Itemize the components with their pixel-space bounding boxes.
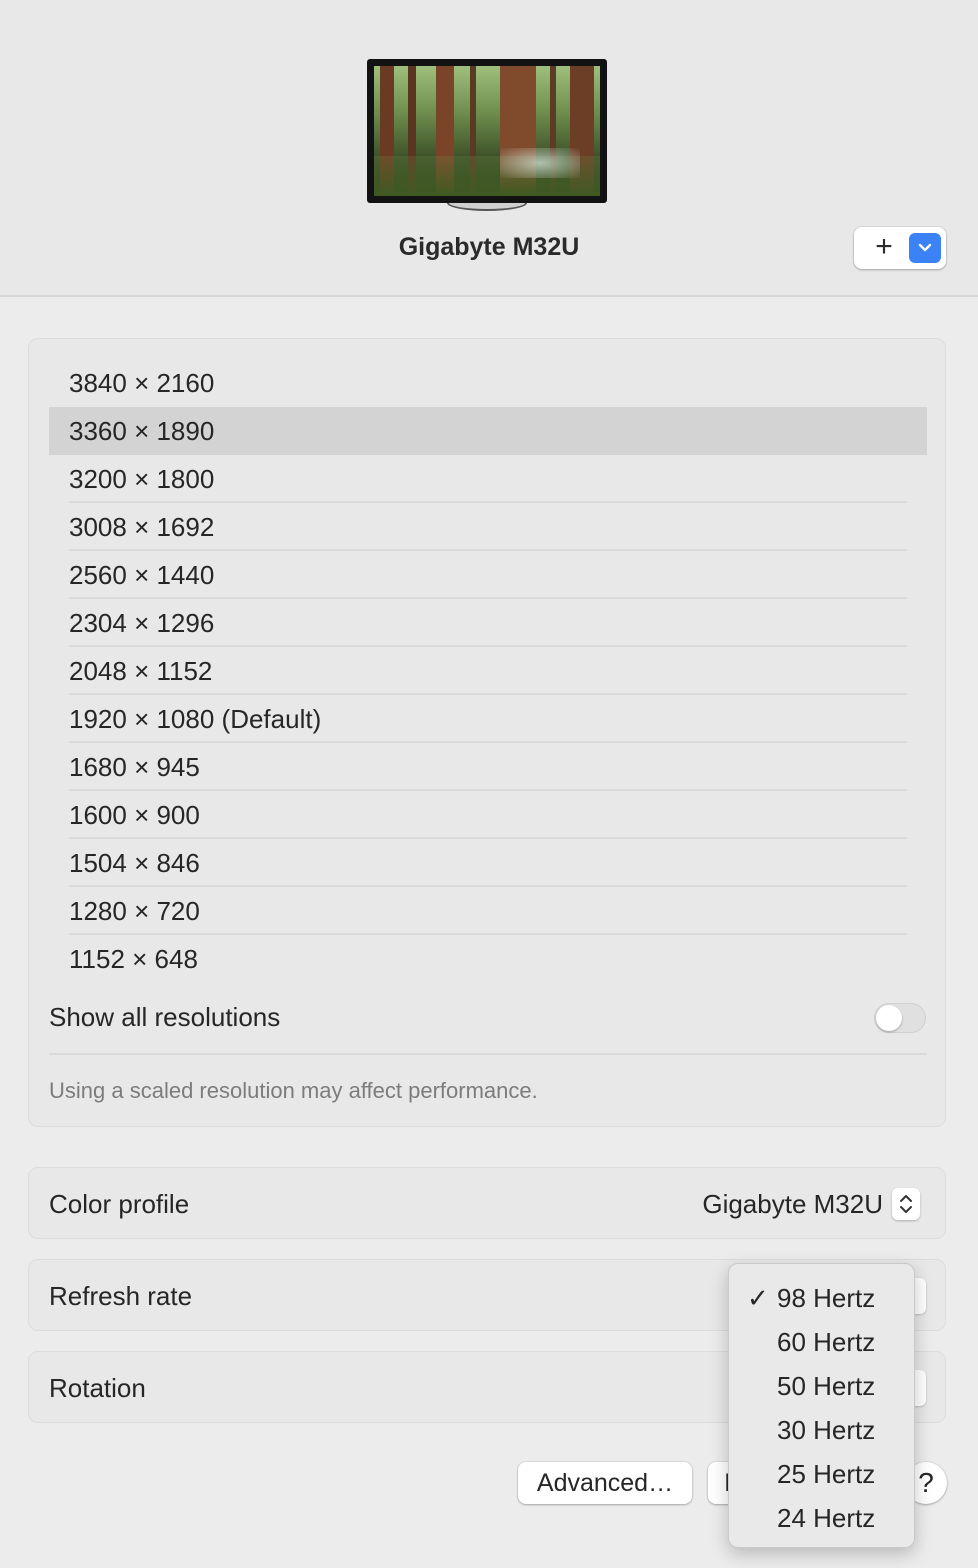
refresh-rate-option-selected[interactable]: ✓ 98 Hertz [729,1276,916,1320]
section-divider [49,1053,927,1055]
resolution-item[interactable]: 1920 × 1080 (Default) [49,695,927,743]
show-all-resolutions-label: Show all resolutions [49,1002,281,1032]
refresh-rate-option[interactable]: 30 Hertz [729,1408,916,1452]
refresh-rate-option[interactable]: 50 Hertz [729,1364,916,1408]
show-all-resolutions-toggle[interactable] [874,1003,926,1033]
refresh-rate-label: Refresh rate [49,1281,193,1311]
resolution-item[interactable]: 3840 × 2160 [49,359,927,407]
resolution-item[interactable]: 1504 × 846 [49,839,927,887]
up-down-chevron-icon [900,1195,912,1213]
add-display-menu-button[interactable] [909,233,941,263]
resolution-item[interactable]: 2560 × 1440 [49,551,927,599]
color-profile-value[interactable]: Gigabyte M32U [702,1186,883,1222]
display-name: Gigabyte M32U [398,233,580,261]
resolution-item[interactable]: 2304 × 1296 [49,599,927,647]
advanced-button[interactable]: Advanced… [518,1462,692,1504]
refresh-rate-option[interactable]: 25 Hertz [729,1452,916,1496]
toggle-knob [876,1005,902,1031]
color-profile-label: Color profile [49,1189,190,1219]
monitor-stand [447,203,527,211]
display-thumbnail[interactable] [367,59,607,203]
add-display-button[interactable]: + [868,232,900,263]
resolution-item[interactable]: 3200 × 1800 [49,455,927,503]
rotation-label: Rotation [49,1373,146,1403]
add-display-group[interactable]: + [854,227,946,269]
wallpaper-preview [374,66,600,196]
refresh-rate-menu: ✓ 98 Hertz 60 Hertz 50 Hertz 30 Hertz 25… [728,1263,915,1548]
refresh-rate-option[interactable]: 24 Hertz [729,1496,916,1540]
performance-note: Using a scaled resolution may affect per… [49,1078,538,1103]
resolution-item[interactable]: 1600 × 900 [49,791,927,839]
resolution-item[interactable]: 3008 × 1692 [49,503,927,551]
checkmark-icon: ✓ [747,1283,769,1313]
resolution-item[interactable]: 1280 × 720 [49,887,927,935]
display-header: Gigabyte M32U + [0,0,978,297]
resolution-item[interactable]: 2048 × 1152 [49,647,927,695]
color-profile-popup-button[interactable] [892,1188,920,1220]
resolution-list: 3840 × 2160 3360 × 1890 3200 × 1800 3008… [28,338,946,1127]
resolution-item-selected[interactable]: 3360 × 1890 [49,407,927,455]
refresh-rate-option[interactable]: 60 Hertz [729,1320,916,1364]
resolution-item[interactable]: 1152 × 648 [49,935,927,983]
refresh-rate-option-label: 98 Hertz [777,1283,876,1313]
chevron-down-icon [918,243,932,252]
color-profile-row: Color profile Gigabyte M32U [28,1167,946,1239]
resolution-item[interactable]: 1680 × 945 [49,743,927,791]
